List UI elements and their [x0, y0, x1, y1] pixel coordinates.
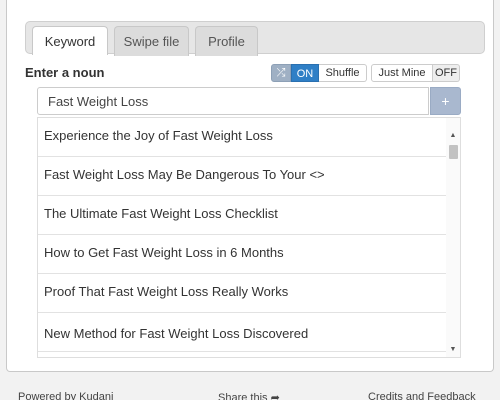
share-link[interactable]: Share this ➦: [218, 391, 280, 400]
results-scrollbar[interactable]: ▲ ▼: [446, 118, 460, 357]
tab-swipe-file[interactable]: Swipe file: [114, 26, 189, 56]
powered-by-link[interactable]: Powered by Kudani: [18, 391, 113, 400]
noun-label: Enter a noun: [25, 65, 105, 80]
list-item[interactable]: New Method for Fast Weight Loss Discover…: [38, 313, 446, 352]
credits-feedback-link[interactable]: Credits and Feedback: [368, 391, 476, 400]
shuffle-button[interactable]: Shuffle: [319, 64, 367, 82]
scroll-thumb[interactable]: [449, 145, 458, 159]
scroll-up-arrow-icon[interactable]: ▲: [446, 129, 460, 143]
footer: Powered by Kudani Share this ➦ Credits a…: [0, 391, 500, 400]
share-label: Share this: [218, 392, 268, 400]
noun-input[interactable]: [37, 87, 429, 115]
add-button[interactable]: +: [430, 87, 461, 115]
tab-keyword[interactable]: Keyword: [32, 26, 108, 55]
results-list[interactable]: Experience the Joy of Fast Weight Loss F…: [37, 117, 461, 358]
tab-profile[interactable]: Profile: [195, 26, 258, 56]
just-mine-toggle-group: Just Mine OFF: [371, 64, 460, 82]
shuffle-on-toggle[interactable]: ON: [291, 64, 319, 82]
list-item[interactable]: Experience the Joy of Fast Weight Loss: [38, 118, 446, 157]
list-item[interactable]: How to Get Fast Weight Loss in 6 Months: [38, 235, 446, 274]
list-item[interactable]: Proof That Fast Weight Loss Really Works: [38, 274, 446, 313]
shuffle-icon[interactable]: ⤮: [271, 64, 291, 82]
tab-bar: Keyword Swipe file Profile: [25, 21, 485, 56]
share-arrow-icon: ➦: [270, 392, 280, 400]
shuffle-toggle-group: ⤮ ON Shuffle: [271, 64, 367, 82]
list-item[interactable]: Fast Weight Loss May Be Dangerous To You…: [38, 157, 446, 196]
list-item[interactable]: The Ultimate Fast Weight Loss Checklist: [38, 196, 446, 235]
scroll-down-arrow-icon[interactable]: ▼: [446, 343, 460, 357]
just-mine-off-toggle[interactable]: OFF: [433, 64, 460, 82]
just-mine-button[interactable]: Just Mine: [371, 64, 433, 82]
